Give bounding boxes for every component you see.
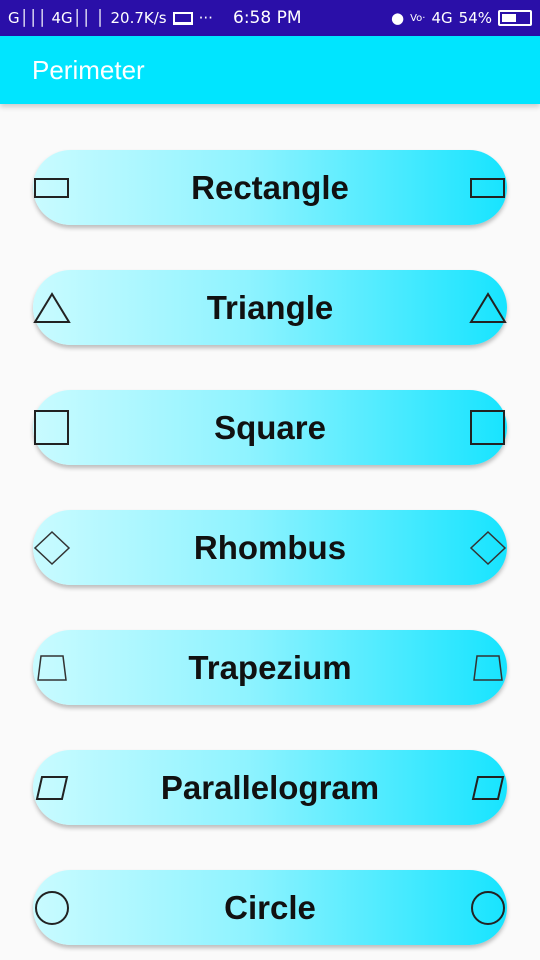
parallelogram-icon [33, 768, 71, 808]
square-icon [469, 408, 507, 448]
trapezium-icon [33, 648, 71, 688]
rectangle-button[interactable]: Rectangle [33, 150, 507, 225]
volte-icon: Vo· [410, 12, 426, 24]
rhombus-icon [33, 528, 71, 568]
square-icon [33, 408, 71, 448]
trapezium-label: Trapezium [188, 648, 352, 686]
trapezium-button[interactable]: Trapezium [33, 630, 507, 705]
parallelogram-icon [469, 768, 507, 808]
clock: 6:58 PM [233, 8, 302, 28]
square-label: Square [214, 408, 326, 446]
triangle-icon [33, 288, 71, 328]
triangle-label: Triangle [206, 288, 334, 326]
triangle-icon [469, 288, 507, 328]
status-bar: G│││ 4G││ │ 20.7K/s ··· 6:58 PM ● Vo· 4G… [0, 0, 540, 36]
circle-button[interactable]: Circle [33, 870, 507, 945]
triangle-button[interactable]: Triangle [33, 270, 507, 345]
signal-icon: G│││ 4G││ │ [8, 9, 105, 27]
circle-label: Circle [224, 888, 316, 926]
rhombus-icon [469, 528, 507, 568]
trapezium-icon [469, 648, 507, 688]
network-type-icon: 4G [431, 9, 453, 27]
circle-icon [469, 888, 507, 928]
laptop-icon [172, 11, 193, 25]
bluetooth-icon: ● [391, 9, 405, 27]
battery-percent: 54% [458, 9, 492, 27]
parallelogram-button[interactable]: Parallelogram [33, 750, 507, 825]
rectangle-icon [33, 168, 71, 208]
app-bar: Perimeter [0, 36, 540, 104]
battery-icon [498, 10, 532, 26]
rhombus-label: Rhombus [193, 528, 347, 566]
page-title: Perimeter [32, 54, 145, 85]
network-speed: 20.7K/s [110, 9, 167, 27]
more-icon: ··· [198, 9, 213, 27]
rectangle-label: Rectangle [191, 168, 349, 206]
parallelogram-label: Parallelogram [160, 768, 380, 806]
square-button[interactable]: Square [33, 390, 507, 465]
circle-icon [33, 888, 71, 928]
rectangle-icon [469, 168, 507, 208]
shape-list: Rectangle Triangle Square Rhombus Trapez… [33, 150, 507, 960]
rhombus-button[interactable]: Rhombus [33, 510, 507, 585]
